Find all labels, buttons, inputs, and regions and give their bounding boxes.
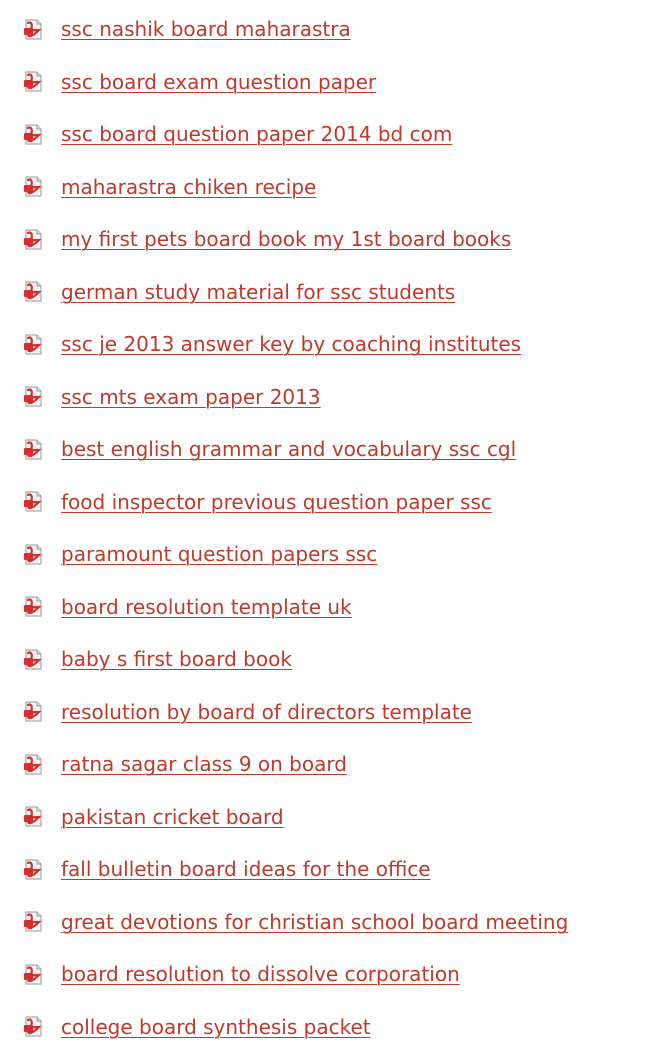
pdf-link[interactable]: ssc nashik board maharastra (61, 17, 351, 41)
pdf-file-icon (23, 754, 44, 775)
list-item: food inspector previous question paper s… (0, 476, 656, 529)
pdf-file-icon (23, 124, 44, 145)
pdf-file-icon (23, 701, 44, 722)
pdf-link[interactable]: college board synthesis packet (61, 1015, 371, 1039)
list-item: maharastra chiken recipe (0, 161, 656, 214)
pdf-link[interactable]: ssc mts exam paper 2013 (61, 385, 321, 409)
pdf-file-icon (23, 649, 44, 670)
list-item: ssc je 2013 answer key by coaching insti… (0, 318, 656, 371)
pdf-link[interactable]: ssc board exam question paper (61, 70, 376, 94)
list-item: best english grammar and vocabulary ssc … (0, 423, 656, 476)
list-item: ssc nashik board maharastra (0, 3, 656, 56)
list-item: ssc mts exam paper 2013 (0, 371, 656, 424)
list-item: paramount question papers ssc (0, 528, 656, 581)
pdf-link[interactable]: board resolution template uk (61, 595, 352, 619)
pdf-file-icon (23, 806, 44, 827)
list-item: baby s first board book (0, 633, 656, 686)
pdf-file-icon (23, 596, 44, 617)
pdf-file-icon (23, 439, 44, 460)
pdf-link[interactable]: fall bulletin board ideas for the office (61, 857, 431, 881)
list-item: ssc board exam question paper (0, 56, 656, 109)
pdf-link[interactable]: pakistan cricket board (61, 805, 284, 829)
pdf-file-icon (23, 1016, 44, 1037)
list-item: ratna sagar class 9 on board (0, 738, 656, 791)
list-item: pakistan cricket board (0, 791, 656, 844)
list-item: ssc board question paper 2014 bd com (0, 108, 656, 161)
pdf-link[interactable]: ssc board question paper 2014 bd com (61, 122, 452, 146)
list-item: resolution by board of directors templat… (0, 686, 656, 739)
pdf-file-icon (23, 19, 44, 40)
list-item: fall bulletin board ideas for the office (0, 843, 656, 896)
pdf-file-icon (23, 491, 44, 512)
pdf-link[interactable]: great devotions for christian school boa… (61, 910, 568, 934)
pdf-link[interactable]: my first pets board book my 1st board bo… (61, 227, 511, 251)
pdf-link[interactable]: german study material for ssc students (61, 280, 455, 304)
pdf-file-icon (23, 859, 44, 880)
pdf-file-icon (23, 544, 44, 565)
list-item: great devotions for christian school boa… (0, 896, 656, 949)
pdf-file-icon (23, 334, 44, 355)
list-item: my first pets board book my 1st board bo… (0, 213, 656, 266)
list-item: board resolution to dissolve corporation (0, 948, 656, 1001)
pdf-file-icon (23, 386, 44, 407)
pdf-link[interactable]: best english grammar and vocabulary ssc … (61, 437, 516, 461)
pdf-link[interactable]: ratna sagar class 9 on board (61, 752, 347, 776)
pdf-link[interactable]: ssc je 2013 answer key by coaching insti… (61, 332, 521, 356)
pdf-file-icon (23, 964, 44, 985)
pdf-file-icon (23, 176, 44, 197)
pdf-link-list: ssc nashik board maharastra ssc board ex… (0, 3, 656, 1053)
list-item: board resolution template uk (0, 581, 656, 634)
pdf-file-icon (23, 281, 44, 302)
pdf-file-icon (23, 71, 44, 92)
list-item: college board synthesis packet (0, 1001, 656, 1053)
pdf-link[interactable]: food inspector previous question paper s… (61, 490, 492, 514)
pdf-link[interactable]: paramount question papers ssc (61, 542, 377, 566)
pdf-link[interactable]: board resolution to dissolve corporation (61, 962, 460, 986)
pdf-file-icon (23, 911, 44, 932)
pdf-link[interactable]: resolution by board of directors templat… (61, 700, 472, 724)
list-item: german study material for ssc students (0, 266, 656, 319)
pdf-link[interactable]: maharastra chiken recipe (61, 175, 316, 199)
pdf-link[interactable]: baby s first board book (61, 647, 292, 671)
pdf-file-icon (23, 229, 44, 250)
